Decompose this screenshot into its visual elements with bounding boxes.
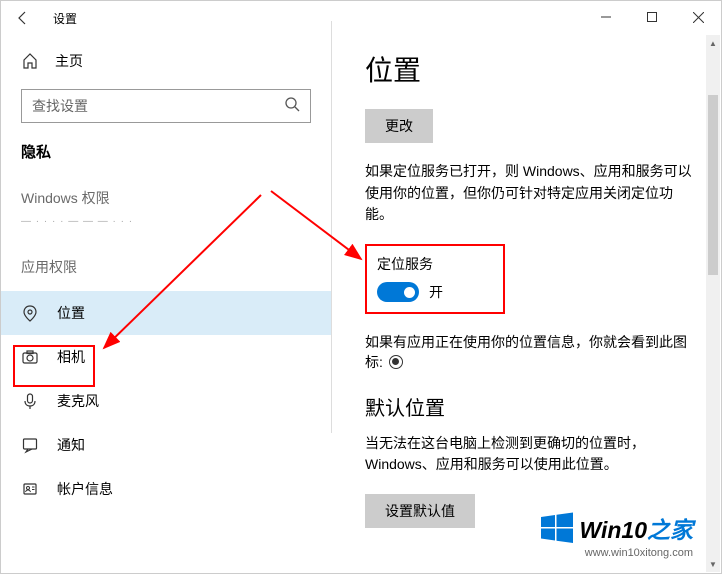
default-location-desc: 当无法在这台电脑上检测到更确切的位置时，Windows、应用和服务可以使用此位置… <box>365 433 697 476</box>
nav-label: 麦克风 <box>57 391 99 411</box>
nav-label: 相机 <box>57 347 85 367</box>
watermark-brand: Win10之家 <box>579 511 693 545</box>
window-title: 设置 <box>53 10 77 27</box>
scroll-thumb[interactable] <box>708 95 718 275</box>
change-button[interactable]: 更改 <box>365 109 433 143</box>
sidebar: 主页 隐私 Windows 权限 — · · · · — — — · · · 应… <box>1 35 331 573</box>
back-button[interactable] <box>1 1 45 35</box>
home-icon <box>21 52 39 70</box>
minimize-button[interactable] <box>583 1 629 33</box>
nav-label: 位置 <box>57 303 85 323</box>
maximize-button[interactable] <box>629 1 675 33</box>
usage-desc: 如果有应用正在使用你的位置信息，你就会看到此图 <box>365 332 697 354</box>
location-icon <box>21 304 39 322</box>
nav-camera[interactable]: 相机 <box>1 335 331 379</box>
windows-logo-icon <box>541 512 573 544</box>
page-title: 位置 <box>365 49 697 89</box>
home-label: 主页 <box>55 51 83 71</box>
group-windows-perm: Windows 权限 <box>1 178 331 214</box>
search-input[interactable] <box>32 98 284 114</box>
window-controls <box>583 1 721 33</box>
scroll-down-icon[interactable]: ▼ <box>706 556 720 572</box>
titlebar: 设置 <box>1 1 721 35</box>
toggle-state: 开 <box>429 282 443 302</box>
scroll-up-icon[interactable]: ▲ <box>706 35 720 51</box>
search-box[interactable] <box>21 89 311 123</box>
main-panel: 位置 更改 如果定位服务已打开，则 Windows、应用和服务可以使用你的位置，… <box>331 35 721 573</box>
nav-microphone[interactable]: 麦克风 <box>1 379 331 423</box>
camera-icon <box>21 348 39 366</box>
watermark-url: www.win10xitong.com <box>541 547 693 559</box>
scrollbar[interactable]: ▲ ▼ <box>706 35 720 572</box>
location-indicator-icon <box>389 355 403 369</box>
nav-label: 通知 <box>57 435 85 455</box>
close-button[interactable] <box>675 1 721 33</box>
group-app-perm: 应用权限 <box>1 247 331 291</box>
search-icon <box>284 96 300 117</box>
nav-label: 帐户信息 <box>57 479 113 499</box>
account-icon <box>21 480 39 498</box>
home-nav[interactable]: 主页 <box>1 41 331 81</box>
usage-desc-line2: 标: <box>365 352 697 372</box>
nav-location[interactable]: 位置 <box>1 291 331 335</box>
section-privacy: 隐私 <box>1 141 331 178</box>
service-label: 定位服务 <box>377 254 493 274</box>
set-default-button[interactable]: 设置默认值 <box>365 494 475 528</box>
notification-icon <box>21 436 39 454</box>
location-desc: 如果定位服务已打开，则 Windows、应用和服务可以使用你的位置，但你仍可针对… <box>365 161 697 226</box>
microphone-icon <box>21 392 39 410</box>
location-toggle[interactable] <box>377 282 419 302</box>
watermark: Win10之家 www.win10xitong.com <box>541 511 693 559</box>
toggle-knob <box>404 287 415 298</box>
default-location-heading: 默认位置 <box>365 392 697 421</box>
location-service-highlight: 定位服务 开 <box>365 244 505 314</box>
nav-notification[interactable]: 通知 <box>1 423 331 467</box>
nav-account[interactable]: 帐户信息 <box>1 467 331 511</box>
truncated-item: — · · · · — — — · · · <box>1 214 331 247</box>
